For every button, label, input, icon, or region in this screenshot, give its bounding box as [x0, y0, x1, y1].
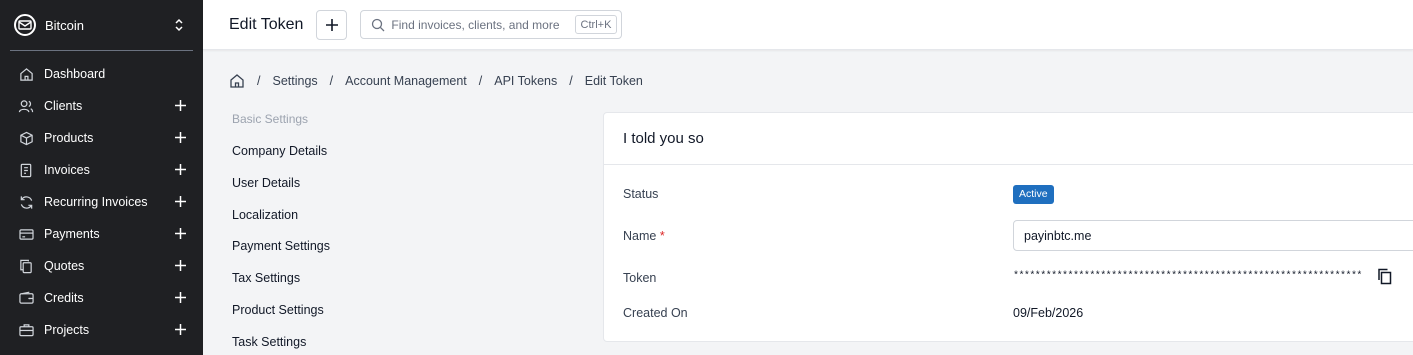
sidebar-item-label: Clients — [44, 99, 83, 113]
token-value: ****************************************… — [1013, 271, 1362, 282]
settings-section-heading: Basic Settings — [232, 112, 309, 126]
sidebar-item-dashboard[interactable]: Dashboard — [0, 58, 203, 90]
add-payment-plus-icon[interactable] — [174, 227, 187, 240]
token-label: Token — [623, 271, 657, 285]
sidebar-item-credits[interactable]: Credits — [0, 282, 203, 314]
breadcrumb-separator: / — [478, 74, 483, 88]
status-label: Status — [623, 187, 659, 201]
add-product-plus-icon[interactable] — [174, 131, 187, 144]
status-badge: Active — [1013, 185, 1054, 204]
settings-link-tax-settings[interactable]: Tax Settings — [232, 270, 330, 302]
card-title: I told you so — [623, 130, 704, 147]
sidebar-item-clients[interactable]: Clients — [0, 90, 203, 122]
sidebar-item-recurring-invoices[interactable]: Recurring Invoices — [0, 186, 203, 218]
users-icon — [18, 98, 34, 114]
settings-link-payment-settings[interactable]: Payment Settings — [232, 238, 330, 270]
sidebar-item-label: Recurring Invoices — [44, 195, 148, 209]
add-quote-plus-icon[interactable] — [174, 259, 187, 272]
search-shortcut-badge: Ctrl+K — [574, 15, 618, 34]
breadcrumb-home-icon[interactable] — [229, 73, 245, 89]
add-client-plus-icon[interactable] — [174, 99, 187, 112]
sidebar-item-label: Dashboard — [44, 67, 106, 81]
sidebar-item-label: Projects — [44, 323, 90, 337]
sidebar-item-label: Invoices — [44, 163, 90, 177]
search-icon — [372, 18, 385, 31]
settings-nav: Basic Settings Company Details User Deta… — [232, 111, 330, 355]
chevron-up-down-icon[interactable] — [173, 16, 185, 34]
settings-link-task-settings[interactable]: Task Settings — [232, 334, 330, 355]
sidebar-item-label: Credits — [44, 291, 84, 305]
copy-icon[interactable] — [1377, 268, 1393, 285]
add-project-plus-icon[interactable] — [174, 323, 187, 336]
settings-link-user-details[interactable]: User Details — [232, 175, 330, 207]
required-marker: * — [659, 229, 665, 243]
sidebar-item-quotes[interactable]: Quotes — [0, 250, 203, 282]
sidebar-item-label: Quotes — [44, 259, 85, 273]
company-name: Bitcoin — [45, 17, 85, 33]
sidebar-divider — [10, 50, 193, 51]
created-on-value: 09/Feb/2026 — [1013, 306, 1084, 320]
breadcrumb-api-tokens[interactable]: API Tokens — [494, 74, 557, 88]
add-credit-plus-icon[interactable] — [174, 291, 187, 304]
card-divider — [604, 164, 1413, 165]
top-bar: Edit Token Ctrl+K — [203, 0, 1413, 50]
search-input[interactable] — [391, 17, 562, 32]
sidebar: Bitcoin Dashboard Clients Products Invoi… — [0, 0, 203, 355]
created-on-label: Created On — [623, 306, 688, 320]
breadcrumb: / Settings / Account Management / API To… — [229, 73, 643, 89]
search-box[interactable]: Ctrl+K — [360, 10, 623, 39]
credit-card-icon — [18, 226, 34, 242]
breadcrumb-separator: / — [257, 74, 261, 88]
breadcrumb-separator: / — [329, 74, 334, 88]
sidebar-item-payments[interactable]: Payments — [0, 218, 203, 250]
breadcrumb-edit-token: Edit Token — [584, 74, 643, 88]
page-title: Edit Token — [229, 15, 304, 33]
wallet-icon — [18, 290, 34, 306]
briefcase-icon — [18, 322, 34, 338]
settings-link-product-settings[interactable]: Product Settings — [232, 302, 330, 334]
sidebar-item-label: Payments — [44, 227, 100, 241]
file-icon — [18, 162, 34, 178]
breadcrumb-account-management[interactable]: Account Management — [345, 74, 467, 88]
name-label-text: Name — [623, 229, 657, 243]
breadcrumb-separator: / — [569, 74, 573, 88]
settings-link-localization[interactable]: Localization — [232, 207, 330, 239]
add-invoice-plus-icon[interactable] — [174, 163, 187, 176]
sidebar-item-projects[interactable]: Projects — [0, 314, 203, 346]
quick-add-button[interactable] — [316, 9, 348, 40]
token-card: I told you so Status Active Name * Token… — [603, 112, 1413, 342]
name-label: Name * — [623, 229, 665, 243]
breadcrumb-settings[interactable]: Settings — [272, 74, 317, 88]
home-icon — [18, 66, 34, 82]
settings-link-company-details[interactable]: Company Details — [232, 143, 330, 175]
add-recurring-invoice-plus-icon[interactable] — [174, 195, 187, 208]
sidebar-item-products[interactable]: Products — [0, 122, 203, 154]
company-switcher[interactable]: Bitcoin — [0, 0, 203, 50]
sidebar-item-invoices[interactable]: Invoices — [0, 154, 203, 186]
token-name-input[interactable] — [1013, 220, 1413, 251]
company-logo-icon — [14, 14, 36, 36]
sidebar-item-label: Products — [44, 131, 94, 145]
sidebar-nav: Dashboard Clients Products Invoices Recu… — [0, 58, 203, 346]
plus-icon — [325, 18, 338, 31]
copy-doc-icon — [18, 258, 34, 274]
box-icon — [18, 130, 34, 146]
refresh-icon — [18, 194, 34, 210]
